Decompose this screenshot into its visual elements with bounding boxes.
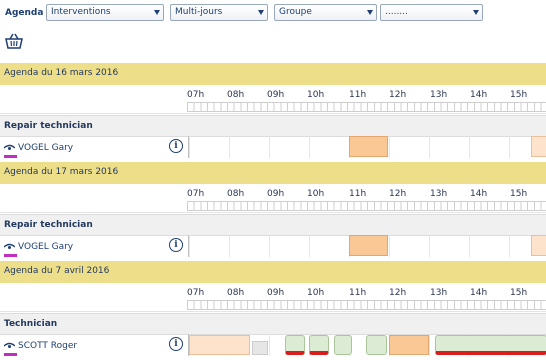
filter-value: ........ — [385, 7, 408, 17]
time-ticks — [187, 102, 546, 112]
view-mode-select[interactable]: Multi-jours — [170, 4, 268, 21]
hour-label: 12h — [389, 189, 407, 199]
hour-label: 08h — [227, 189, 245, 199]
intervention-block[interactable] — [366, 335, 387, 355]
section-title: Agenda du 7 avril 2016 — [4, 266, 110, 276]
hour-label: 11h — [349, 189, 367, 199]
group-value: Groupe — [279, 7, 312, 17]
hour-label: 09h — [267, 90, 285, 100]
hour-label: 12h — [389, 90, 407, 100]
technician-name[interactable]: VOGEL Gary — [18, 143, 73, 153]
hour-label: 08h — [227, 90, 245, 100]
intervention-block[interactable] — [389, 335, 429, 355]
chevron-down-icon — [258, 10, 264, 15]
timeline[interactable] — [188, 235, 546, 257]
hours-row: 07h 08h 09h 10h 11h 12h 13h 14h 15h — [0, 283, 546, 312]
filter-select[interactable]: ........ — [380, 4, 483, 21]
hours-row: 07h 08h 09h 10h 11h 12h 13h 14h 15h — [0, 184, 546, 213]
info-icon[interactable]: i — [169, 238, 183, 252]
intervention-type-select[interactable]: Interventions — [46, 4, 164, 21]
chevron-down-icon — [154, 10, 160, 15]
group-name: Repair technician — [4, 121, 93, 131]
technician-name[interactable]: SCOTT Roger — [18, 341, 77, 351]
hour-label: 09h — [267, 288, 285, 298]
technician-row: SCOTT Roger i — [0, 334, 546, 358]
section-title: Agenda du 16 mars 2016 — [4, 68, 119, 78]
toolbar: Agenda Interventions Multi-jours Groupe … — [0, 0, 546, 28]
intervention-type-value: Interventions — [51, 7, 111, 17]
hours-row: 07h 08h 09h 10h 11h 12h 13h 14h 15h — [0, 85, 546, 114]
timeline[interactable] — [188, 334, 546, 356]
chevron-down-icon — [473, 10, 479, 15]
hour-label: 08h — [227, 288, 245, 298]
hour-label: 11h — [349, 90, 367, 100]
section-header: Agenda du 17 mars 2016 — [0, 162, 546, 184]
chevron-down-icon — [367, 10, 373, 15]
technician-color-marker — [4, 254, 17, 257]
hour-label: 15h — [510, 288, 528, 298]
hour-label: 13h — [430, 90, 448, 100]
hour-label: 13h — [430, 288, 448, 298]
eye-icon — [4, 342, 15, 348]
intervention-block[interactable] — [531, 235, 546, 256]
intervention-block[interactable] — [189, 335, 250, 355]
group-select[interactable]: Groupe — [274, 4, 377, 21]
view-mode-value: Multi-jours — [175, 7, 223, 17]
hour-label: 14h — [470, 288, 488, 298]
intervention-block[interactable] — [252, 341, 268, 355]
technician-color-marker — [4, 353, 17, 356]
time-ticks — [187, 300, 546, 310]
info-icon[interactable]: i — [169, 337, 183, 351]
section-header: Agenda du 7 avril 2016 — [0, 261, 546, 283]
intervention-block[interactable] — [334, 335, 352, 355]
hour-label: 10h — [307, 90, 325, 100]
hour-label: 14h — [470, 90, 488, 100]
intervention-block[interactable] — [349, 136, 388, 157]
intervention-block[interactable] — [309, 335, 329, 355]
technician-row: VOGEL Gary i — [0, 136, 546, 160]
technician-row: VOGEL Gary i — [0, 235, 546, 259]
hour-label: 14h — [470, 189, 488, 199]
hour-label: 07h — [187, 189, 205, 199]
intervention-block[interactable] — [349, 235, 388, 256]
intervention-block[interactable] — [285, 335, 305, 355]
timeline[interactable] — [188, 136, 546, 158]
hour-label: 09h — [267, 189, 285, 199]
hour-label: 07h — [187, 90, 205, 100]
hour-label: 07h — [187, 288, 205, 298]
section-header: Agenda du 16 mars 2016 — [0, 63, 546, 85]
hour-label: 10h — [307, 288, 325, 298]
hour-label: 15h — [510, 90, 528, 100]
hour-label: 15h — [510, 189, 528, 199]
agenda-label: Agenda — [5, 8, 44, 18]
eye-icon — [4, 243, 15, 249]
basket-icon[interactable] — [5, 33, 23, 49]
intervention-block[interactable] — [531, 136, 546, 157]
hour-label: 10h — [307, 189, 325, 199]
group-row: Repair technician — [0, 214, 546, 236]
intervention-block[interactable] — [435, 335, 546, 355]
technician-name[interactable]: VOGEL Gary — [18, 242, 73, 252]
info-icon[interactable]: i — [169, 139, 183, 153]
group-row: Repair technician — [0, 115, 546, 137]
section-title: Agenda du 17 mars 2016 — [4, 167, 119, 177]
group-name: Repair technician — [4, 220, 93, 230]
hour-label: 12h — [389, 288, 407, 298]
technician-color-marker — [4, 155, 17, 158]
hour-label: 11h — [349, 288, 367, 298]
eye-icon — [4, 144, 15, 150]
group-name: Technician — [4, 319, 58, 329]
group-row: Technician — [0, 313, 546, 335]
time-ticks — [187, 201, 546, 211]
hour-label: 13h — [430, 189, 448, 199]
